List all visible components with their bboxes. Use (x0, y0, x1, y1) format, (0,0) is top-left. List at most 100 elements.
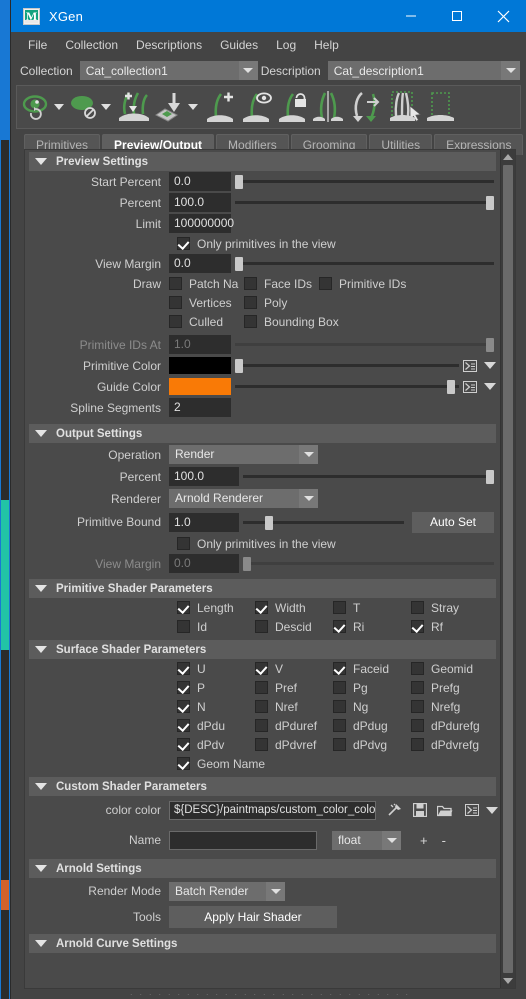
menu-help[interactable]: Help (305, 35, 348, 55)
guide-color-slider[interactable] (235, 377, 459, 396)
section-output-settings[interactable]: Output Settings (29, 424, 496, 443)
add-guides-icon[interactable] (115, 87, 153, 127)
chevron-down-icon[interactable] (382, 830, 401, 850)
checkbox-icon[interactable] (333, 620, 346, 633)
apply-hair-shader-button[interactable]: Apply Hair Shader (169, 906, 337, 928)
scroll-down-icon[interactable] (501, 974, 515, 988)
renderer-combo[interactable]: Arnold Renderer (169, 489, 318, 508)
ss-p-checkbox[interactable]: P (177, 681, 255, 695)
primitive-color-swatch[interactable] (169, 357, 231, 374)
only-primitives-output-checkbox[interactable]: Only primitives in the view (177, 537, 336, 551)
checkbox-icon[interactable] (177, 620, 190, 633)
collapse-caret-icon[interactable] (35, 158, 47, 165)
checkbox-icon[interactable] (411, 601, 424, 614)
ps-t-checkbox[interactable]: T (333, 601, 411, 615)
chevron-down-icon[interactable] (501, 61, 520, 80)
checkbox-icon[interactable] (177, 719, 190, 732)
checkbox-icon[interactable] (333, 738, 346, 751)
section-custom-shader[interactable]: Custom Shader Parameters (29, 777, 496, 796)
ss-nrefg-checkbox[interactable]: Nrefg (411, 700, 460, 714)
menu-descriptions[interactable]: Descriptions (127, 35, 211, 55)
menu-log[interactable]: Log (267, 35, 305, 55)
menu-guides[interactable]: Guides (211, 35, 267, 55)
collapse-caret-icon[interactable] (35, 646, 47, 653)
checkbox-icon[interactable] (333, 719, 346, 732)
only-primitives-preview-checkbox[interactable]: Only primitives in the view (177, 237, 336, 251)
ss-dpduref-checkbox[interactable]: dPduref (255, 719, 333, 733)
collapse-caret-icon[interactable] (35, 865, 47, 872)
primitive-color-slider[interactable] (235, 356, 459, 375)
expression-icon[interactable] (461, 357, 479, 374)
chevron-down-icon[interactable] (484, 362, 496, 369)
checkbox-icon[interactable] (244, 277, 257, 290)
checkbox-icon[interactable] (255, 738, 268, 751)
draw-bounding-box-checkbox[interactable]: Bounding Box (244, 315, 339, 329)
start-percent-slider[interactable] (235, 172, 494, 191)
percent-slider[interactable] (235, 193, 494, 212)
collapse-caret-icon[interactable] (35, 430, 47, 437)
place-primitives-icon[interactable] (153, 87, 187, 127)
section-arnold-curve-settings[interactable]: Arnold Curve Settings (29, 934, 496, 953)
auto-set-button[interactable]: Auto Set (412, 511, 494, 533)
checkbox-icon[interactable] (177, 757, 190, 770)
section-arnold-settings[interactable]: Arnold Settings (29, 859, 496, 878)
color-color-input[interactable]: ${DESC}/paintmaps/custom_color_color (169, 800, 376, 820)
checkbox-icon[interactable] (177, 237, 190, 250)
section-surface-shader[interactable]: Surface Shader Parameters (29, 640, 496, 659)
ss-nref-checkbox[interactable]: Nref (255, 700, 333, 714)
checkbox-icon[interactable] (177, 681, 190, 694)
checkbox-icon[interactable] (177, 662, 190, 675)
remove-param-button[interactable]: - (435, 833, 453, 848)
mirror-guides-icon[interactable] (310, 87, 346, 127)
type-combo[interactable]: float (332, 830, 401, 850)
ss-dpdu-checkbox[interactable]: dPdu (177, 719, 255, 733)
start-percent-input[interactable]: 0.0 (169, 172, 231, 191)
chevron-down-icon[interactable] (299, 445, 318, 464)
ss-u-checkbox[interactable]: U (177, 662, 255, 676)
lock-guide-icon[interactable] (274, 87, 310, 127)
collection-combo[interactable]: Cat_collection1 (79, 61, 258, 80)
checkbox-icon[interactable] (255, 662, 268, 675)
preview-disable-icon[interactable] (68, 87, 100, 127)
checkbox-icon[interactable] (255, 681, 268, 694)
checkbox-icon[interactable] (177, 738, 190, 751)
chevron-down-icon[interactable] (484, 383, 496, 390)
render-mode-combo[interactable]: Batch Render (169, 881, 285, 901)
checkbox-icon[interactable] (333, 601, 346, 614)
collapse-caret-icon[interactable] (35, 940, 47, 947)
ps-length-checkbox[interactable]: Length (177, 601, 255, 615)
section-preview-settings[interactable]: Preview Settings (29, 152, 496, 171)
name-input[interactable] (169, 830, 317, 850)
checkbox-icon[interactable] (411, 681, 424, 694)
checkbox-icon[interactable] (411, 738, 424, 751)
draw-primitive-ids-checkbox[interactable]: Primitive IDs (319, 277, 406, 291)
preview-refresh-icon[interactable] (21, 87, 53, 127)
limit-input[interactable]: 100000000 (169, 214, 234, 233)
add-guide-icon[interactable] (202, 87, 238, 127)
ss-pref-checkbox[interactable]: Pref (255, 681, 333, 695)
checkbox-icon[interactable] (177, 601, 190, 614)
ss-dpdvg-checkbox[interactable]: dPdvg (333, 738, 411, 752)
checkbox-icon[interactable] (411, 700, 424, 713)
save-icon[interactable] (411, 802, 429, 819)
checkbox-icon[interactable] (177, 537, 190, 550)
operation-combo[interactable]: Render (169, 445, 318, 464)
checkbox-icon[interactable] (169, 315, 182, 328)
collapse-caret-icon[interactable] (35, 783, 47, 790)
ps-width-checkbox[interactable]: Width (255, 601, 333, 615)
draw-vertices-checkbox[interactable]: Vertices (169, 296, 244, 310)
ss-dpdug-checkbox[interactable]: dPdug (333, 719, 411, 733)
checkbox-icon[interactable] (411, 719, 424, 732)
output-percent-input[interactable]: 100.0 (169, 467, 239, 486)
view-margin-preview-input[interactable]: 0.0 (169, 254, 231, 273)
checkbox-icon[interactable] (255, 700, 268, 713)
ss-n-checkbox[interactable]: N (177, 700, 255, 714)
checkbox-icon[interactable] (255, 719, 268, 732)
close-icon[interactable] (480, 0, 526, 32)
ss-geomid-checkbox[interactable]: Geomid (411, 662, 473, 676)
ps-rf-checkbox[interactable]: Rf (411, 620, 443, 634)
checkbox-icon[interactable] (333, 681, 346, 694)
ss-pg-checkbox[interactable]: Pg (333, 681, 411, 695)
chevron-down-icon[interactable] (188, 104, 198, 110)
folder-open-icon[interactable] (436, 802, 454, 819)
